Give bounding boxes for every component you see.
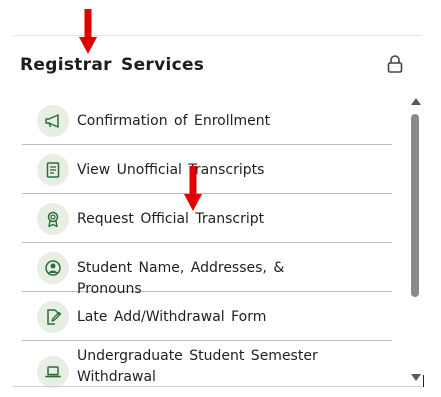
document-icon — [37, 154, 69, 186]
list-item-request-official-transcript[interactable]: Request Official Transcript — [22, 194, 392, 243]
red-down-arrow-icon — [79, 9, 97, 54]
item-label: Confirmation of Enrollment — [77, 113, 271, 129]
item-label: Undergraduate Student Semester Withdrawa… — [77, 348, 318, 385]
scroll-down-arrow-icon[interactable] — [411, 374, 421, 381]
item-label: Request Official Transcript — [77, 211, 265, 227]
edit-document-icon — [37, 301, 69, 333]
item-label: Late Add/Withdrawal Form — [77, 309, 267, 325]
lock-icon[interactable] — [386, 54, 404, 74]
list-item-confirmation-of-enrollment[interactable]: Confirmation of Enrollment — [22, 96, 392, 145]
megaphone-icon — [37, 105, 69, 137]
scrollbar-thumb[interactable] — [411, 114, 419, 297]
footer-divider — [13, 386, 421, 387]
panel-edge-mark — [423, 375, 424, 387]
list-item-late-add-withdrawal-form[interactable]: Late Add/Withdrawal Form — [22, 292, 392, 341]
panel-title: Registrar Services — [20, 55, 205, 75]
list-scrollbar[interactable] — [409, 96, 423, 386]
laptop-icon — [37, 356, 69, 388]
list-item-view-unofficial-transcripts[interactable]: View Unofficial Transcripts — [22, 145, 392, 194]
award-icon — [37, 203, 69, 235]
services-list: Confirmation of Enrollment View Unoffici… — [0, 96, 441, 388]
user-icon — [37, 252, 69, 284]
red-down-arrow-icon — [184, 166, 202, 211]
item-label: View Unofficial Transcripts — [77, 162, 265, 178]
list-item-student-name-addresses-pronouns[interactable]: Student Name, Addresses, & Pronouns — [22, 243, 392, 297]
list-item-undergraduate-semester-withdrawal[interactable]: Undergraduate Student Semester Withdrawa… — [22, 341, 392, 388]
scroll-up-arrow-icon[interactable] — [411, 98, 421, 105]
header-divider — [13, 35, 421, 36]
